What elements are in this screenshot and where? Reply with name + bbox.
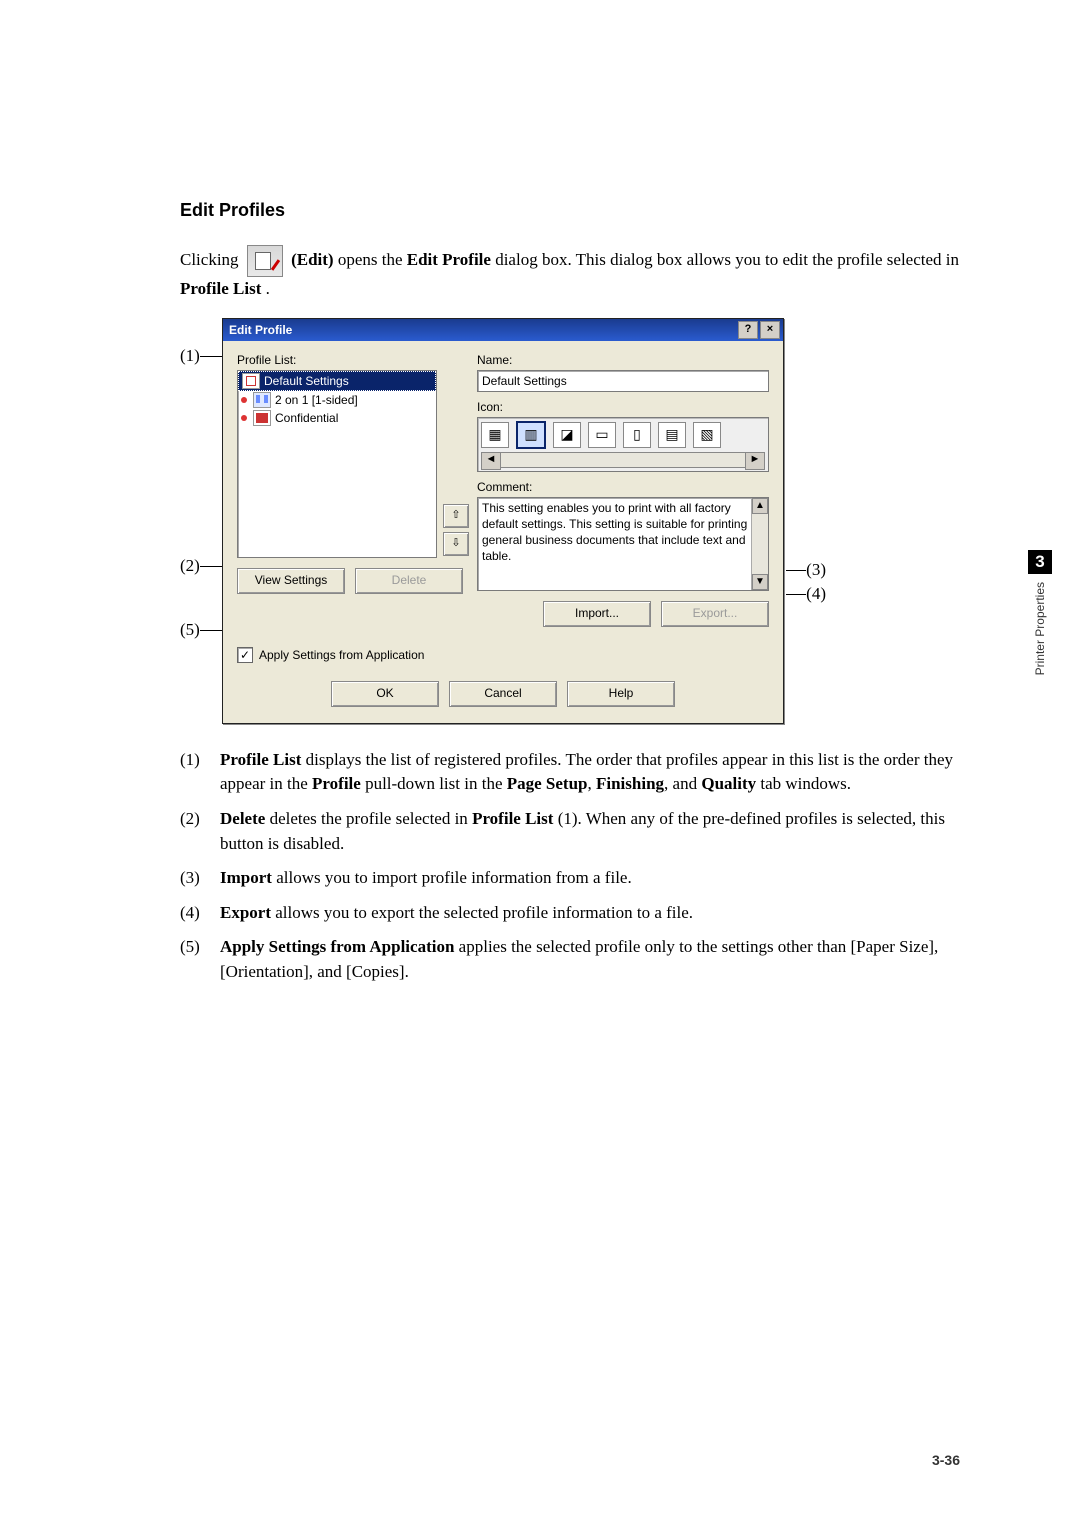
list-item[interactable]: Confidential	[238, 409, 436, 427]
list-item-label: Default Settings	[264, 373, 349, 389]
edit-profile-dialog: Edit Profile ? × Profile List: Default S…	[222, 318, 784, 724]
name-label: Name:	[477, 353, 769, 367]
desc-text: Profile	[312, 774, 361, 793]
move-down-button[interactable]: ⇩	[443, 532, 469, 556]
profile-icon	[253, 392, 271, 408]
list-item-label: 2 on 1 [1-sided]	[275, 392, 358, 408]
close-button[interactable]: ×	[760, 321, 780, 339]
list-item-label: Confidential	[275, 410, 338, 426]
ok-button[interactable]: OK	[331, 681, 439, 707]
scroll-right-button[interactable]: ►	[745, 452, 765, 470]
callout-1: (1)	[180, 346, 200, 365]
desc-text: deletes the profile selected in	[265, 809, 472, 828]
desc-text: allows you to import profile information…	[272, 868, 632, 887]
desc-number: (4)	[180, 901, 220, 926]
scroll-up-button[interactable]: ▲	[752, 498, 768, 514]
icon-option[interactable]: ▦	[481, 422, 509, 448]
help-button[interactable]: ?	[738, 321, 758, 339]
intro-text: Profile List	[180, 279, 261, 298]
section-heading: Edit Profiles	[180, 200, 960, 221]
desc-text: Import	[220, 868, 272, 887]
intro-text: opens the	[338, 250, 407, 269]
description-list: (1) Profile List displays the list of re…	[180, 748, 960, 985]
delete-button[interactable]: Delete	[355, 568, 463, 594]
comment-field[interactable]: This setting enables you to print with a…	[477, 497, 769, 591]
desc-text: Quality	[701, 774, 756, 793]
icon-label: Icon:	[477, 400, 769, 414]
desc-text: pull-down list in the	[361, 774, 507, 793]
titlebar: Edit Profile ? ×	[223, 319, 783, 341]
profile-icon	[242, 373, 260, 389]
comment-label: Comment:	[477, 480, 769, 494]
desc-number: (3)	[180, 866, 220, 891]
description-item: (3) Import allows you to import profile …	[180, 866, 960, 891]
desc-number: (1)	[180, 748, 220, 797]
dialog-title: Edit Profile	[229, 323, 292, 337]
description-item: (1) Profile List displays the list of re…	[180, 748, 960, 797]
scrollbar-track[interactable]	[501, 452, 745, 468]
description-item: (4) Export allows you to export the sele…	[180, 901, 960, 926]
callout-5: (5)	[180, 620, 200, 639]
icon-option[interactable]: ▭	[588, 422, 616, 448]
edit-icon	[247, 245, 283, 277]
chapter-tab: 3 Printer Properties	[1028, 550, 1052, 680]
icon-chooser[interactable]: ▦ ▥ ◪ ▭ ▯ ▤ ▧ ◄ ►	[477, 417, 769, 472]
list-item[interactable]: Default Settings	[238, 371, 436, 391]
icon-option[interactable]: ▤	[658, 422, 686, 448]
icon-option[interactable]: ◪	[553, 422, 581, 448]
desc-text: , and	[664, 774, 701, 793]
bullet-icon	[241, 397, 247, 403]
list-item[interactable]: 2 on 1 [1-sided]	[238, 391, 436, 409]
icon-option[interactable]: ▯	[623, 422, 651, 448]
intro-paragraph: Clicking (Edit) opens the Edit Profile d…	[180, 245, 960, 302]
intro-text: (Edit)	[291, 250, 334, 269]
apply-settings-label: Apply Settings from Application	[259, 648, 424, 662]
desc-text: Delete	[220, 809, 265, 828]
intro-text: .	[266, 279, 270, 298]
chapter-badge: 3	[1028, 550, 1052, 574]
figure: (1) (2) (5) Edit Profile ? × Profile Lis…	[180, 318, 960, 724]
desc-text: Profile List	[472, 809, 553, 828]
callout-3: (3)	[806, 560, 826, 579]
desc-text: Export	[220, 903, 271, 922]
desc-text: Apply Settings from Application	[220, 937, 454, 956]
desc-number: (5)	[180, 935, 220, 984]
chapter-label: Printer Properties	[1033, 582, 1047, 675]
desc-text: Profile List	[220, 750, 301, 769]
intro-text: dialog box. This dialog box allows you t…	[495, 250, 959, 269]
import-button[interactable]: Import...	[543, 601, 651, 627]
profile-icon	[253, 410, 271, 426]
desc-text: allows you to export the selected profil…	[271, 903, 693, 922]
desc-text: Finishing	[596, 774, 664, 793]
export-button[interactable]: Export...	[661, 601, 769, 627]
desc-text: Page Setup	[507, 774, 588, 793]
bullet-icon	[241, 415, 247, 421]
desc-text: tab windows.	[756, 774, 851, 793]
vertical-scrollbar[interactable]: ▲ ▼	[751, 498, 768, 590]
profile-listbox[interactable]: Default Settings 2 on 1 [1-sided] Confid	[237, 370, 437, 558]
description-item: (5) Apply Settings from Application appl…	[180, 935, 960, 984]
view-settings-button[interactable]: View Settings	[237, 568, 345, 594]
scroll-down-button[interactable]: ▼	[752, 574, 768, 590]
callout-4: (4)	[806, 584, 826, 603]
cancel-button[interactable]: Cancel	[449, 681, 557, 707]
description-item: (2) Delete deletes the profile selected …	[180, 807, 960, 856]
intro-text: Edit Profile	[407, 250, 491, 269]
page-number: 3-36	[932, 1452, 960, 1468]
name-field[interactable]: Default Settings	[477, 370, 769, 392]
help-button[interactable]: Help	[567, 681, 675, 707]
profile-list-label: Profile List:	[237, 353, 467, 367]
intro-text: Clicking	[180, 250, 243, 269]
apply-settings-checkbox[interactable]: ✓	[237, 647, 253, 663]
move-up-button[interactable]: ⇧	[443, 504, 469, 528]
desc-number: (2)	[180, 807, 220, 856]
callout-2: (2)	[180, 556, 200, 575]
scroll-left-button[interactable]: ◄	[481, 452, 501, 470]
icon-option[interactable]: ▧	[693, 422, 721, 448]
desc-text: ,	[588, 774, 597, 793]
comment-value: This setting enables you to print with a…	[482, 501, 747, 564]
icon-option[interactable]: ▥	[516, 421, 546, 449]
